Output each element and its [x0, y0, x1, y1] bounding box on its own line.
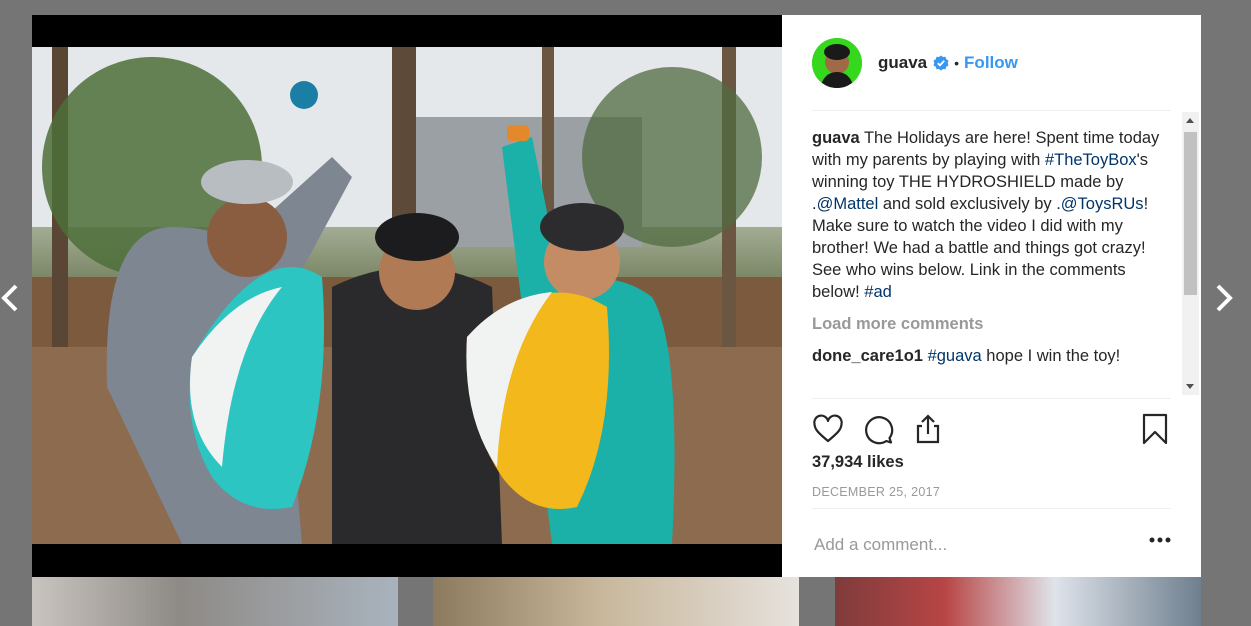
add-comment-row	[812, 508, 1171, 577]
action-bar	[812, 398, 1171, 445]
post-modal: guava • Follow guava The Holidays are he…	[32, 15, 1201, 577]
avatar[interactable]	[812, 38, 862, 88]
caption-tag-link[interactable]: #ad	[864, 283, 892, 301]
scroll-down-arrow-icon[interactable]	[1186, 384, 1194, 389]
background-thumbnail[interactable]	[433, 577, 799, 626]
likes-count[interactable]: 37,934 likes	[812, 453, 904, 472]
caption: guava The Holidays are here! Spent time …	[812, 127, 1170, 303]
post-date[interactable]: DECEMBER 25, 2017	[812, 485, 940, 499]
heart-icon[interactable]	[812, 413, 844, 445]
load-more-comments-button[interactable]: Load more comments	[812, 313, 1170, 335]
follow-button[interactable]: Follow	[964, 53, 1018, 73]
comment-icon[interactable]	[862, 413, 894, 445]
caption-tag-link[interactable]: @ToysRUs	[1061, 195, 1144, 213]
chevron-right-icon[interactable]	[1214, 280, 1240, 316]
header-separator: •	[954, 55, 960, 71]
post-header: guava • Follow	[812, 37, 1171, 111]
share-icon[interactable]	[912, 413, 944, 445]
background-thumbnail[interactable]	[32, 577, 398, 626]
comment-username[interactable]: done_care1o1	[812, 347, 923, 365]
comments-list: guava The Holidays are here! Spent time …	[812, 127, 1170, 397]
comments-scrollbar[interactable]	[1182, 112, 1199, 395]
header-username[interactable]: guava	[878, 53, 927, 73]
caption-segment: and sold exclusively by .	[878, 195, 1061, 213]
chevron-left-icon[interactable]	[0, 280, 26, 316]
comment-hashtag[interactable]: #guava	[928, 347, 982, 365]
verified-icon	[933, 55, 949, 71]
add-comment-input[interactable]	[812, 526, 1116, 564]
post-sidebar: guava • Follow guava The Holidays are he…	[782, 15, 1201, 577]
background-thumbnail[interactable]	[835, 577, 1201, 626]
comment-text: hope I win the toy!	[981, 347, 1121, 365]
comment-item: done_care1o1 #guava hope I win the toy!	[812, 345, 1170, 367]
caption-tag-link[interactable]: @Mattel	[817, 195, 879, 213]
scroll-up-arrow-icon[interactable]	[1186, 118, 1194, 123]
post-photo[interactable]	[32, 47, 782, 544]
caption-text: The Holidays are here! Spent time today …	[812, 129, 1159, 301]
bookmark-icon[interactable]	[1139, 413, 1171, 445]
more-icon[interactable]	[1149, 535, 1171, 545]
caption-tag-link[interactable]: #TheToyBox	[1045, 151, 1137, 169]
scrollbar-thumb[interactable]	[1184, 132, 1197, 295]
post-media	[32, 15, 782, 577]
caption-username[interactable]: guava	[812, 129, 860, 147]
